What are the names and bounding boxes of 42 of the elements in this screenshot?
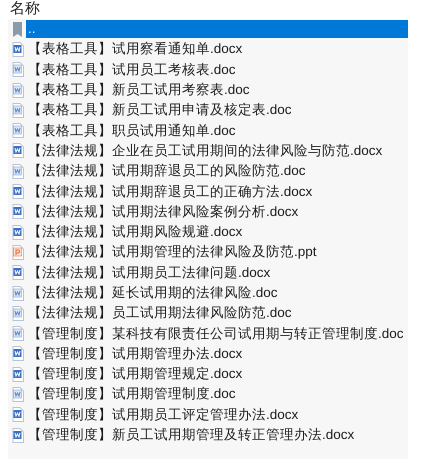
file-name[interactable]: 【法律法规】试用期法律风险案例分析.docx: [26, 202, 408, 221]
word-document-icon: [12, 123, 24, 138]
word-document-icon: [12, 306, 24, 321]
file-name[interactable]: 【法律法规】试用期员工法律问题.docx: [26, 264, 408, 282]
word-document-icon: [12, 102, 24, 118]
file-name[interactable]: 【表格工具】试用察看通知单.docx: [26, 40, 408, 58]
file-name[interactable]: 【管理制度】试用期管理办法.docx: [26, 344, 408, 363]
word-document-icon: [12, 62, 24, 78]
file-name[interactable]: 【管理制度】新员工试用期管理及转正管理办法.docx: [26, 426, 408, 444]
word-document-icon: [12, 428, 24, 443]
word-document-icon: [12, 82, 24, 98]
file-name[interactable]: 【法律法规】企业在员工试用期间的法律风险与防范.docx: [26, 142, 408, 160]
file-name[interactable]: 【管理制度】试用期员工评定管理办法.docx: [26, 406, 408, 424]
word-document-icon: [12, 386, 24, 402]
name-column-header[interactable]: 名称: [10, 0, 40, 17]
file-name[interactable]: 【法律法规】试用期管理的法律风险及防范.ppt: [26, 243, 408, 262]
file-name[interactable]: 【法律法规】试用期风险规避.docx: [26, 223, 408, 242]
word-document-icon: [12, 326, 24, 342]
presentation-file-icon: [12, 244, 24, 260]
file-name[interactable]: 【表格工具】试用员工考核表.doc: [26, 60, 408, 79]
file-name[interactable]: 【管理制度】某科技有限责任公司试用期与转正管理制度.doc: [26, 324, 408, 343]
word-document-icon: [12, 265, 24, 280]
word-document-icon: [12, 346, 24, 362]
word-document-icon: [12, 366, 24, 382]
word-document-icon: [12, 224, 24, 240]
file-name[interactable]: 【表格工具】新员工试用申请及核定表.doc: [26, 101, 408, 120]
file-name[interactable]: 【管理制度】试用期管理制度.doc: [26, 385, 408, 404]
word-document-icon: [12, 204, 24, 220]
word-document-icon: [12, 143, 24, 158]
word-document-icon: [12, 164, 24, 179]
file-name[interactable]: 【法律法规】试用期辞退员工的风险防范.doc: [26, 162, 408, 180]
word-document-icon: [12, 42, 24, 57]
file-name[interactable]: 【法律法规】延长试用期的法律风险.doc: [26, 284, 408, 302]
file-name[interactable]: 【管理制度】试用期管理规定.docx: [26, 365, 408, 384]
file-name[interactable]: ..: [26, 20, 408, 38]
file-name[interactable]: 【法律法规】员工试用期法律风险防范.doc: [26, 304, 408, 322]
word-document-icon: [12, 407, 24, 422]
file-name[interactable]: 【表格工具】职员试用通知单.doc: [26, 122, 408, 140]
word-document-icon: [12, 184, 24, 200]
file-name[interactable]: 【表格工具】新员工试用考察表.doc: [26, 81, 408, 100]
word-document-icon: [12, 286, 24, 300]
file-name[interactable]: 【法律法规】试用期辞退员工的正确方法.docx: [26, 182, 408, 201]
